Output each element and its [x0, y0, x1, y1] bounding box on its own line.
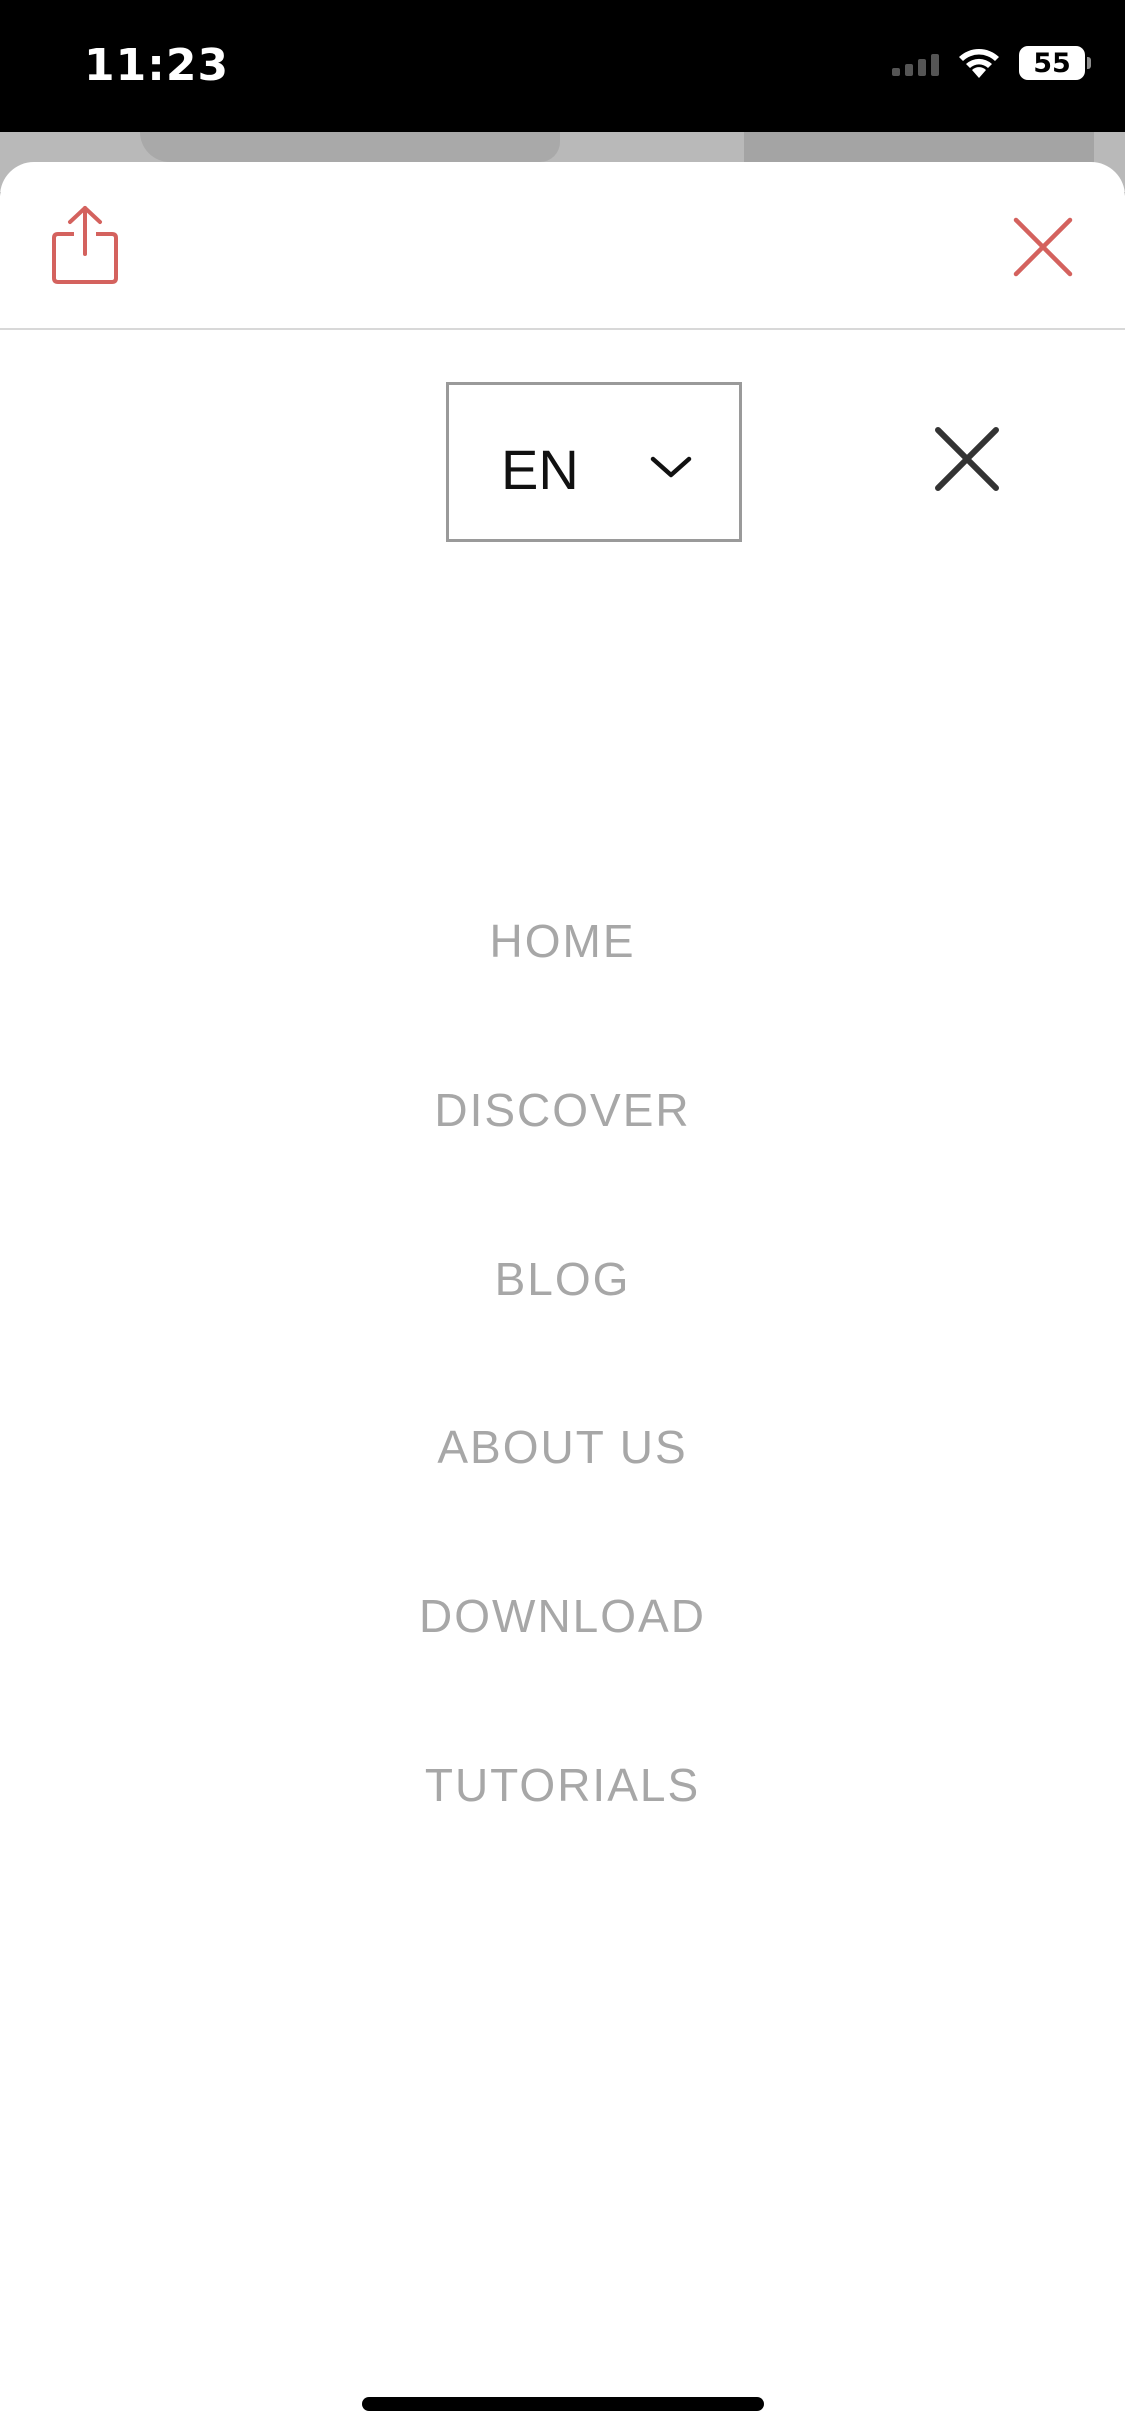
browser-sheet: EN HOME DISCOVER BLOG ABOUT US DOWNLOAD …: [0, 162, 1125, 2436]
nav-item-tutorials[interactable]: TUTORIALS: [0, 1758, 1125, 1812]
home-indicator[interactable]: [362, 2397, 764, 2411]
nav-item-download[interactable]: DOWNLOAD: [0, 1589, 1125, 1643]
nav-item-blog[interactable]: BLOG: [0, 1252, 1125, 1306]
background-map: [140, 132, 560, 162]
status-bar: 11:23 55: [0, 0, 1125, 132]
language-value: EN: [501, 438, 579, 501]
wifi-icon: [959, 49, 999, 78]
battery-level: 55: [1033, 47, 1071, 79]
cellular-signal-icon: [892, 50, 939, 76]
nav-menu: EN HOME DISCOVER BLOG ABOUT US DOWNLOAD …: [0, 162, 1125, 2436]
nav-item-about-us[interactable]: ABOUT US: [0, 1420, 1125, 1474]
battery-icon: 55: [1019, 46, 1091, 80]
nav-item-home[interactable]: HOME: [0, 914, 1125, 968]
language-select[interactable]: EN: [446, 382, 742, 542]
chevron-down-icon: [650, 456, 692, 478]
status-time: 11:23: [84, 40, 230, 91]
status-icons: 55: [892, 46, 1091, 80]
close-icon[interactable]: [932, 424, 1002, 494]
nav-item-discover[interactable]: DISCOVER: [0, 1083, 1125, 1137]
